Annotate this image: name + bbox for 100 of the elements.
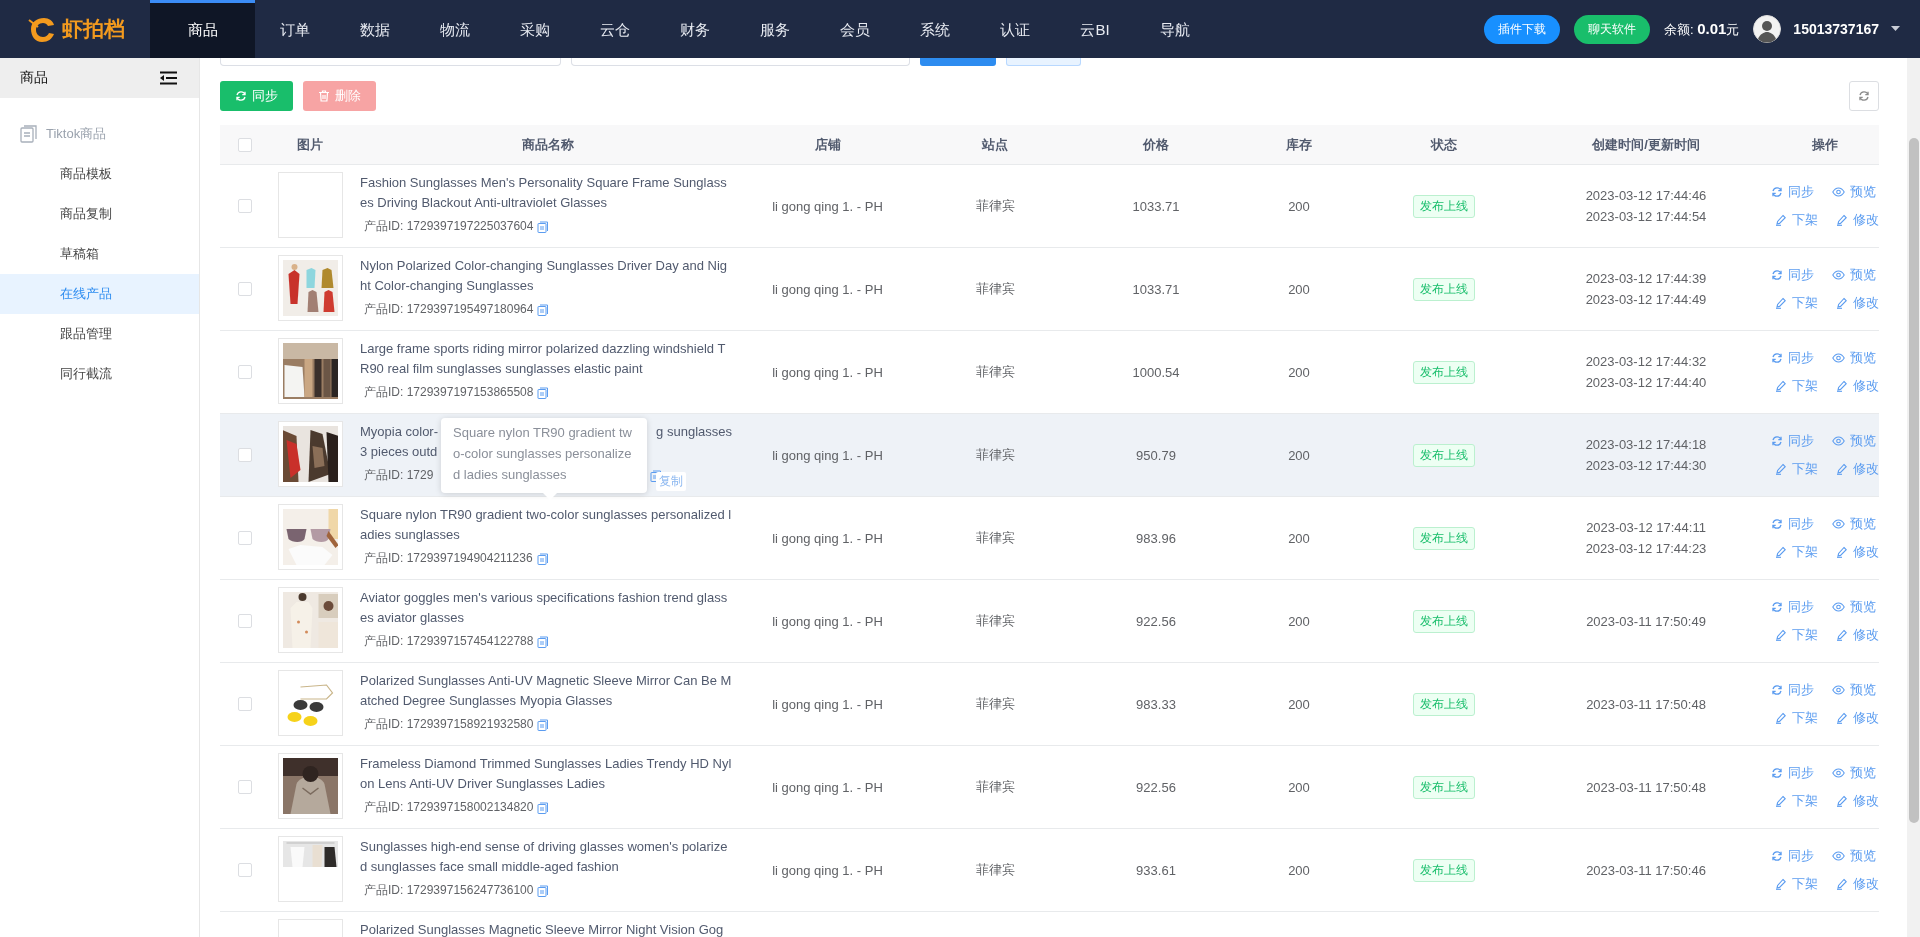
checkbox[interactable]	[238, 697, 252, 711]
action-link[interactable]: 预览	[1831, 266, 1879, 284]
nav-tab[interactable]: 数据	[335, 0, 415, 58]
refresh-button[interactable]	[1849, 81, 1879, 111]
menu-collapse-icon[interactable]	[160, 71, 177, 85]
action-link[interactable]: 预览	[1831, 349, 1879, 367]
nav-tab[interactable]: 服务	[735, 0, 815, 58]
action-link[interactable]: 预览	[1831, 764, 1879, 782]
plugin-download-button[interactable]: 插件下载	[1483, 14, 1560, 44]
nav-tab[interactable]: 系统	[895, 0, 975, 58]
product-id: 产品ID: 1729397197225037604	[364, 218, 534, 235]
sidebar-item[interactable]: 商品模板	[0, 154, 199, 194]
stock-value: 200	[1288, 779, 1310, 795]
checkbox[interactable]	[238, 448, 252, 462]
site-name: 菲律宾	[975, 529, 1015, 547]
nav-tab[interactable]: 财务	[655, 0, 735, 58]
checkbox[interactable]	[238, 365, 252, 379]
price-value: 1033.71	[1132, 281, 1180, 297]
sidebar-item[interactable]: 同行截流	[0, 354, 199, 394]
action-link[interactable]: 同步	[1770, 266, 1818, 284]
action-link[interactable]: 下架	[1774, 709, 1818, 727]
action-link[interactable]: 预览	[1831, 681, 1879, 699]
price-value: 933.61	[1136, 862, 1176, 878]
sync-button[interactable]: 同步	[220, 81, 293, 111]
action-link[interactable]: 下架	[1774, 792, 1818, 810]
pencil-icon	[1774, 214, 1787, 226]
copy-icon[interactable]	[536, 552, 549, 565]
sidebar-item[interactable]: 草稿箱	[0, 234, 199, 274]
action-link[interactable]: 预览	[1831, 515, 1879, 533]
copy-icon[interactable]	[537, 801, 550, 814]
action-link[interactable]: 修改	[1835, 792, 1879, 810]
nav-tab[interactable]: 会员	[815, 0, 895, 58]
nav-tab[interactable]: 云BI	[1055, 0, 1135, 58]
caret-icon[interactable]	[1891, 26, 1900, 32]
price-value: 950.79	[1136, 447, 1176, 463]
action-link[interactable]: 同步	[1770, 349, 1818, 367]
action-link[interactable]: 同步	[1770, 183, 1818, 201]
nav-tab[interactable]: 采购	[495, 0, 575, 58]
action-link[interactable]: 修改	[1835, 377, 1879, 395]
logo-icon	[28, 16, 56, 42]
nav-tab[interactable]: 物流	[415, 0, 495, 58]
scrollbar-thumb[interactable]	[1909, 138, 1919, 823]
product-id: 产品ID: 1729397157454122788	[364, 633, 534, 650]
action-link[interactable]: 下架	[1774, 211, 1818, 229]
action-link[interactable]: 下架	[1774, 377, 1818, 395]
action-link[interactable]: 同步	[1770, 515, 1818, 533]
action-link[interactable]: 下架	[1774, 294, 1818, 312]
action-link[interactable]: 同步	[1770, 681, 1818, 699]
sidebar-item[interactable]: 跟品管理	[0, 314, 199, 354]
chat-software-button[interactable]: 聊天软件	[1573, 14, 1650, 44]
action-link[interactable]: 修改	[1835, 460, 1879, 478]
copy-icon[interactable]	[537, 884, 550, 897]
action-link[interactable]: 预览	[1831, 183, 1879, 201]
action-link[interactable]: 下架	[1774, 460, 1818, 478]
action-link[interactable]: 同步	[1770, 598, 1818, 616]
action-link[interactable]: 下架	[1774, 626, 1818, 644]
action-link[interactable]: 预览	[1831, 847, 1879, 865]
checkbox[interactable]	[238, 780, 252, 794]
copy-icon[interactable]	[537, 220, 550, 233]
checkbox[interactable]	[238, 531, 252, 545]
checkbox[interactable]	[238, 199, 252, 213]
copy-icon[interactable]	[537, 635, 550, 648]
action-link[interactable]: 预览	[1831, 598, 1879, 616]
checkbox[interactable]	[238, 614, 252, 628]
action-link[interactable]: 修改	[1835, 211, 1879, 229]
eye-icon	[1831, 602, 1845, 612]
sidebar-item[interactable]: 商品复制	[0, 194, 199, 234]
timestamp: 2023-03-12 17:44:18	[1585, 437, 1707, 452]
nav-tab[interactable]: 认证	[975, 0, 1055, 58]
nav-tab[interactable]: 导航	[1135, 0, 1215, 58]
action-link[interactable]: 同步	[1770, 432, 1818, 450]
action-link[interactable]: 修改	[1835, 543, 1879, 561]
product-name: Large frame sports riding mirror polarized dazzling windshield TR90 real film sunglasses sunglasses elastic paint	[360, 340, 727, 378]
copy-icon[interactable]	[537, 303, 550, 316]
shop-name: li gong qing 1. - PH	[772, 198, 883, 214]
action-link[interactable]: 同步	[1770, 847, 1818, 865]
checkbox[interactable]	[238, 137, 252, 152]
checkbox[interactable]	[238, 863, 252, 877]
nav-tab[interactable]: 商品	[150, 0, 255, 58]
action-link[interactable]: 下架	[1774, 543, 1818, 561]
action-link[interactable]: 同步	[1770, 764, 1818, 782]
sync-icon	[1770, 518, 1783, 530]
action-link[interactable]: 修改	[1835, 294, 1879, 312]
user-phone[interactable]: 15013737167	[1793, 21, 1879, 37]
sidebar-item[interactable]: 在线产品	[0, 274, 199, 314]
action-link[interactable]: 修改	[1835, 709, 1879, 727]
nav-tab[interactable]: 云仓	[575, 0, 655, 58]
checkbox[interactable]	[238, 282, 252, 296]
copy-icon[interactable]	[537, 718, 550, 731]
copy-icon[interactable]	[537, 386, 550, 399]
action-link[interactable]: 修改	[1835, 875, 1879, 893]
stock-value: 200	[1288, 613, 1310, 629]
price-value: 983.96	[1136, 530, 1176, 546]
action-link[interactable]: 下架	[1774, 875, 1818, 893]
action-link[interactable]: 修改	[1835, 626, 1879, 644]
avatar-icon[interactable]	[1753, 15, 1782, 43]
nav-tab[interactable]: 订单	[255, 0, 335, 58]
action-link[interactable]: 预览	[1831, 432, 1879, 450]
copy-link[interactable]: 复制	[656, 472, 686, 491]
product-name: Myopia color-	[360, 423, 439, 441]
